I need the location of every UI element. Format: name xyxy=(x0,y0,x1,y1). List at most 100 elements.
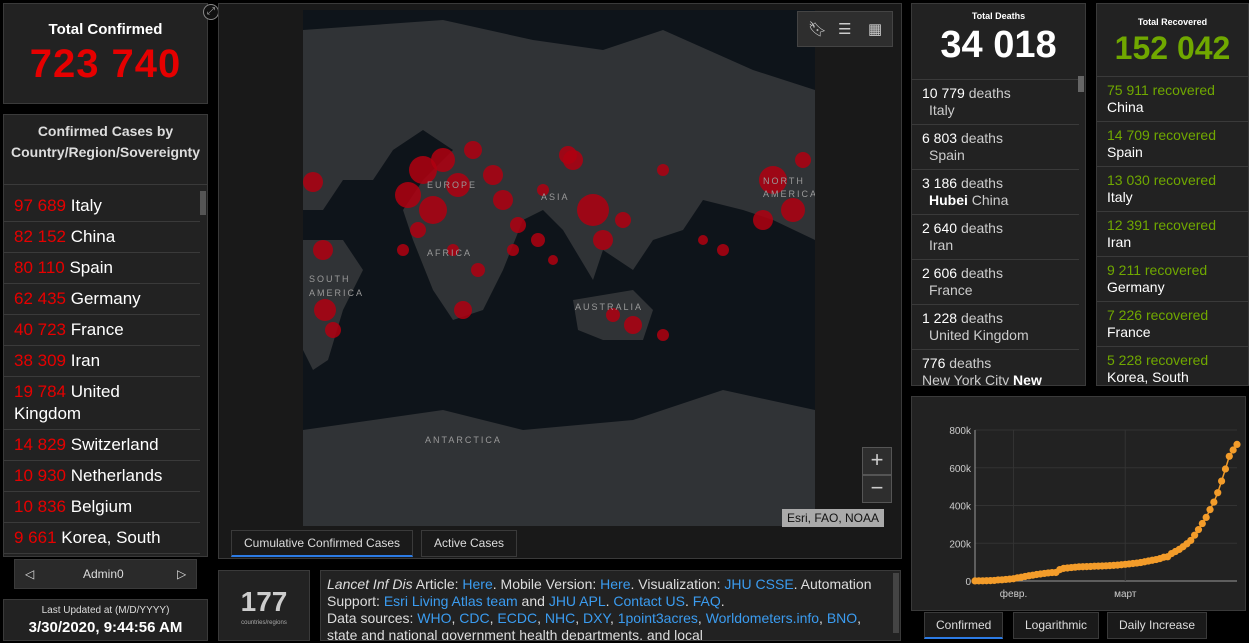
case-bubble[interactable] xyxy=(464,141,482,159)
world-map[interactable]: EUROPE ASIA NORTH AMERICA AFRICA SOUTH A… xyxy=(303,10,815,526)
deaths-list-item[interactable]: 3 186 deaths Hubei China xyxy=(912,169,1079,214)
deaths-list-item[interactable]: 1 228 deaths United Kingdom xyxy=(912,304,1079,349)
case-bubble[interactable] xyxy=(510,217,526,233)
ecdc-link[interactable]: ECDC xyxy=(497,610,537,626)
case-bubble[interactable] xyxy=(507,244,519,256)
case-bubble[interactable] xyxy=(313,240,333,260)
sources-scrollbar[interactable] xyxy=(893,573,899,633)
case-bubble[interactable] xyxy=(419,196,447,224)
case-bubble[interactable] xyxy=(410,222,426,238)
case-bubble[interactable] xyxy=(657,164,669,176)
deaths-scrollbar[interactable] xyxy=(1078,76,1084,92)
recovered-list-item[interactable]: 7 226 recovered France xyxy=(1097,301,1248,346)
here-link-2[interactable]: Here xyxy=(600,576,630,592)
tab-daily-increase[interactable]: Daily Increase xyxy=(1107,612,1208,639)
recovered-list-item[interactable]: 9 211 recovered Germany xyxy=(1097,256,1248,301)
case-bubble[interactable] xyxy=(563,150,583,170)
country-list-item[interactable]: 62 435 Germany xyxy=(4,284,200,315)
expand-icon[interactable]: ⤢ xyxy=(203,4,219,20)
country-list-item[interactable]: 40 723 France xyxy=(4,315,200,346)
bno-link[interactable]: BNO xyxy=(827,610,857,626)
dxy-link[interactable]: DXY xyxy=(583,610,610,626)
case-bubble[interactable] xyxy=(624,316,642,334)
recovered-list-item[interactable]: 75 911 recovered China xyxy=(1097,76,1248,121)
death-place: Spain xyxy=(929,147,965,163)
country-list-item[interactable]: 38 309 Iran xyxy=(4,346,200,377)
bookmark-icon[interactable]: 🔖︎ xyxy=(808,20,827,38)
tab-confirmed[interactable]: Confirmed xyxy=(924,612,1004,639)
case-bubble[interactable] xyxy=(303,172,323,192)
y-tick-label: 800k xyxy=(949,426,972,437)
case-bubble[interactable] xyxy=(753,210,773,230)
case-bubble[interactable] xyxy=(431,148,455,172)
recovered-place: Spain xyxy=(1107,144,1143,160)
case-bubble[interactable] xyxy=(483,165,503,185)
country-list-item[interactable]: 10 836 Belgium xyxy=(4,492,200,523)
case-bubble[interactable] xyxy=(454,301,472,319)
tab-cumulative-confirmed[interactable]: Cumulative Confirmed Cases xyxy=(231,530,414,557)
case-bubble[interactable] xyxy=(615,212,631,228)
list-icon[interactable]: ☰ xyxy=(838,20,851,38)
country-list-item[interactable]: 82 152 China xyxy=(4,222,200,253)
deaths-list-item[interactable]: 776 deaths New York City New xyxy=(912,349,1079,385)
contact-link[interactable]: Contact US xyxy=(613,593,685,609)
case-bubble[interactable] xyxy=(781,198,805,222)
map-label-africa: AFRICA xyxy=(427,248,473,258)
case-bubble[interactable] xyxy=(531,233,545,247)
cdc-link[interactable]: CDC xyxy=(459,610,489,626)
recovered-list-item[interactable]: 5 228 recovered Korea, South xyxy=(1097,346,1248,385)
case-bubble[interactable] xyxy=(314,299,336,321)
case-bubble[interactable] xyxy=(717,244,729,256)
death-count: 3 186 deaths xyxy=(922,175,1003,191)
triangle-left-icon[interactable]: ◁ xyxy=(25,567,34,581)
tab-active-cases[interactable]: Active Cases xyxy=(421,530,518,557)
deaths-list-item[interactable]: 6 803 deaths Spain xyxy=(912,124,1079,169)
country-list-scrollbar[interactable] xyxy=(200,191,206,215)
zoom-out-button[interactable]: − xyxy=(862,475,892,503)
triangle-right-icon[interactable]: ▷ xyxy=(177,567,186,581)
case-bubble[interactable] xyxy=(795,152,811,168)
country-list-item[interactable]: 14 829 Switzerland xyxy=(4,430,200,461)
death-count: 2 640 deaths xyxy=(922,220,1003,236)
tab-logarithmic[interactable]: Logarithmic xyxy=(1013,612,1100,639)
deaths-list-item[interactable]: 2 640 deaths Iran xyxy=(912,214,1079,259)
case-bubble[interactable] xyxy=(593,230,613,250)
case-bubble[interactable] xyxy=(657,329,669,341)
case-bubble[interactable] xyxy=(395,182,421,208)
nhc-link[interactable]: NHC xyxy=(545,610,575,626)
faq-link[interactable]: FAQ xyxy=(693,593,721,609)
1point3acres-link[interactable]: 1point3acres xyxy=(618,610,698,626)
recovered-list-item[interactable]: 14 709 recovered Spain xyxy=(1097,121,1248,166)
country-list-item[interactable]: 10 930 Netherlands xyxy=(4,461,200,492)
country-list-item[interactable]: 80 110 Spain xyxy=(4,253,200,284)
case-bubble[interactable] xyxy=(325,322,341,338)
case-bubble[interactable] xyxy=(493,190,513,210)
case-bubble[interactable] xyxy=(397,244,409,256)
country-list-item[interactable]: 9 661 Korea, South xyxy=(4,523,200,554)
case-bubble[interactable] xyxy=(471,263,485,277)
case-bubble[interactable] xyxy=(548,255,558,265)
case-bubble[interactable] xyxy=(577,194,609,226)
confirmed-point xyxy=(1206,506,1214,514)
death-place: Hubei China xyxy=(929,192,1009,208)
case-bubble[interactable] xyxy=(698,235,708,245)
confirmed-point xyxy=(1233,440,1241,448)
qr-grid-icon[interactable]: ▦ xyxy=(868,20,882,38)
country-count: 10 930 xyxy=(14,466,66,485)
country-name: Iran xyxy=(70,351,101,370)
deaths-list-item[interactable]: 2 606 deaths France xyxy=(912,259,1079,304)
recovered-place: Italy xyxy=(1107,189,1133,205)
zoom-in-button[interactable]: + xyxy=(862,447,892,475)
map-label-europe: EUROPE xyxy=(427,180,478,190)
esri-link[interactable]: Esri Living Atlas team xyxy=(384,593,518,609)
country-list-item[interactable]: 19 784 United Kingdom xyxy=(4,377,200,430)
recovered-list-item[interactable]: 12 391 recovered Iran xyxy=(1097,211,1248,256)
here-link-1[interactable]: Here xyxy=(462,576,492,592)
jhu-apl-link[interactable]: JHU APL xyxy=(549,593,606,609)
who-link[interactable]: WHO xyxy=(417,610,451,626)
jhu-csse-link[interactable]: JHU CSSE xyxy=(724,576,793,592)
worldometers-link[interactable]: Worldometers.info xyxy=(706,610,819,626)
recovered-list-item[interactable]: 13 030 recovered Italy xyxy=(1097,166,1248,211)
country-list-item[interactable]: 97 689 Italy xyxy=(4,191,200,222)
deaths-list-item[interactable]: 10 779 deaths Italy xyxy=(912,79,1079,124)
